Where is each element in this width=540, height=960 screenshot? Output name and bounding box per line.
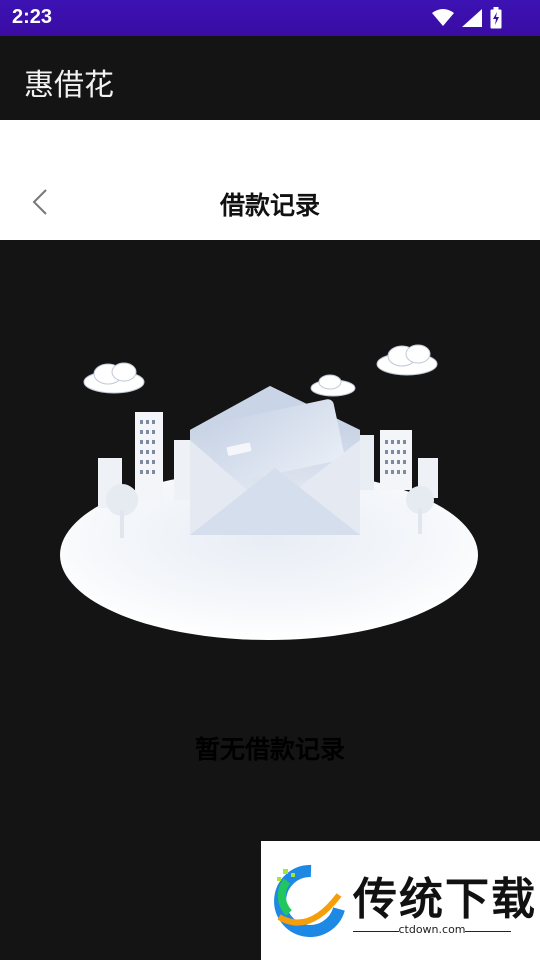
watermark: 传统下载 ctdown.com — [261, 841, 540, 960]
empty-state-illustration — [50, 340, 490, 650]
status-bar: 2:23 — [0, 0, 540, 36]
page-header — [0, 120, 540, 240]
empty-state-message: 暂无借款记录 — [194, 735, 345, 764]
app-bar: 惠借花 — [0, 36, 540, 120]
app-title: 惠借花 — [24, 68, 114, 103]
watermark-subtitle: ctdown.com — [398, 923, 466, 936]
watermark-title: 传统下载 — [353, 874, 537, 925]
status-time: 2:23 — [12, 6, 53, 28]
ctdown-logo — [274, 865, 345, 937]
signal-icon — [462, 9, 482, 31]
watermark-divider-right — [465, 931, 511, 932]
status-icons — [432, 7, 502, 33]
page-title: 借款记录 — [219, 191, 320, 220]
battery-charging-icon — [490, 7, 502, 33]
wifi-icon — [432, 9, 454, 31]
